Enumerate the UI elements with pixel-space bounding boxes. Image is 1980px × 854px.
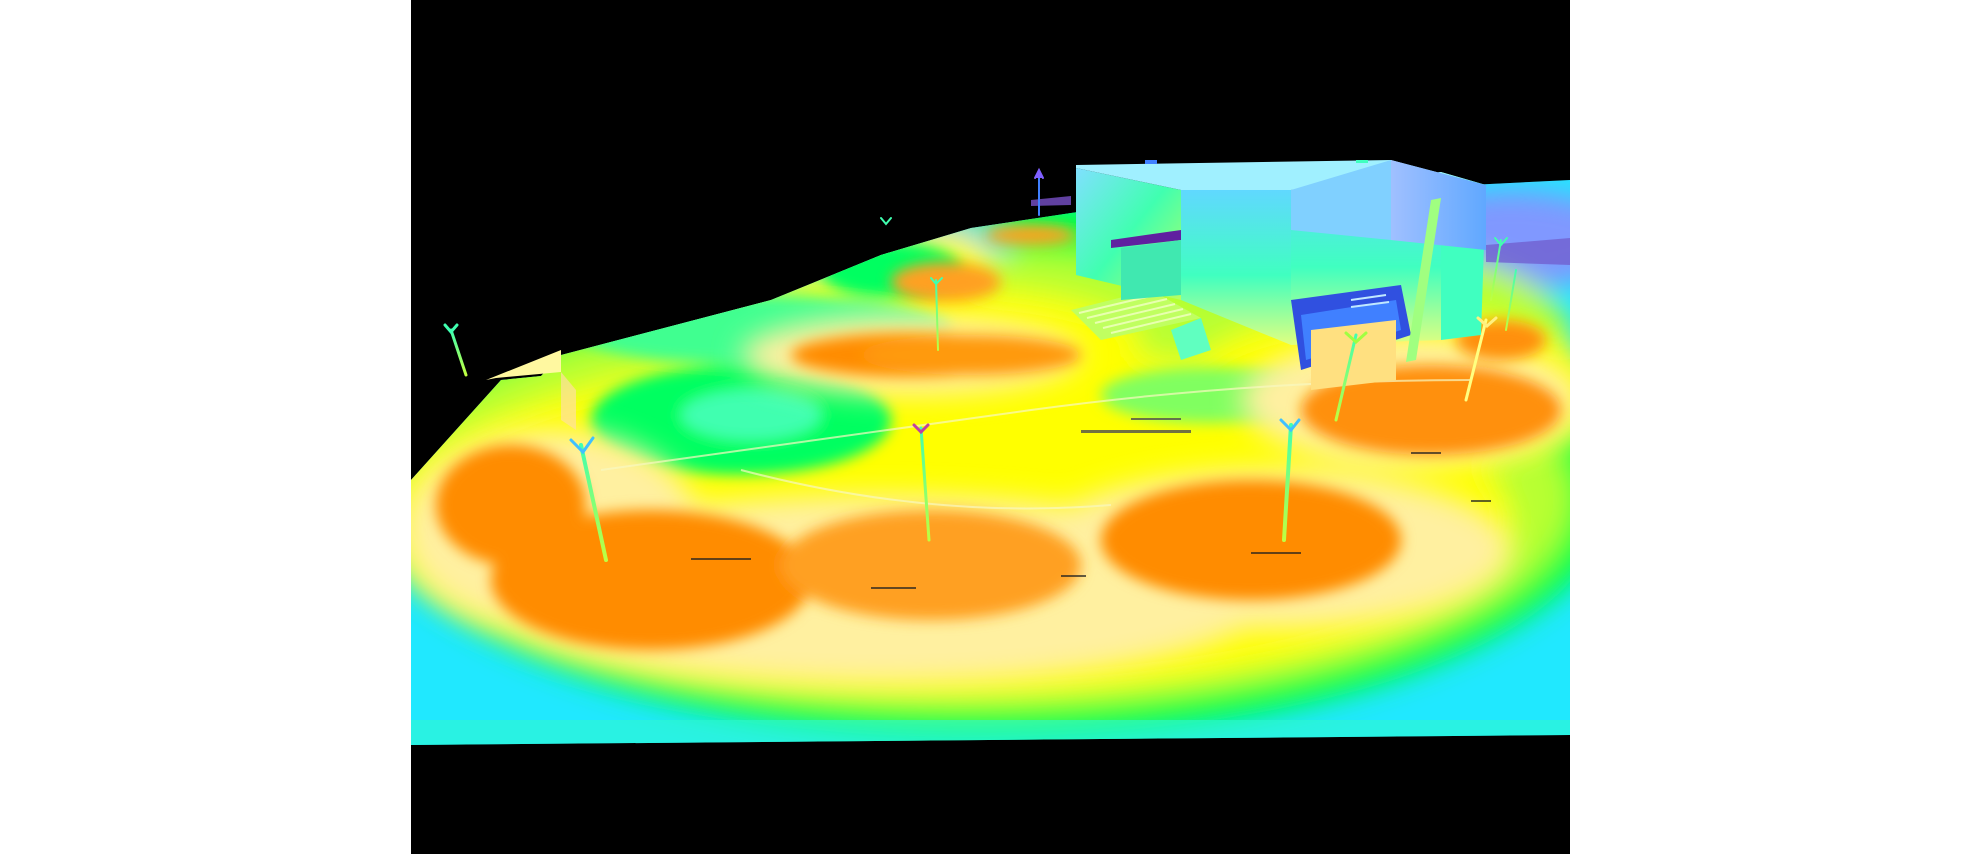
false-color-scene <box>411 160 1570 745</box>
render-viewport <box>411 0 1570 854</box>
light-pole <box>880 217 892 256</box>
light-pole <box>1034 167 1044 216</box>
light-pole <box>443 323 468 377</box>
